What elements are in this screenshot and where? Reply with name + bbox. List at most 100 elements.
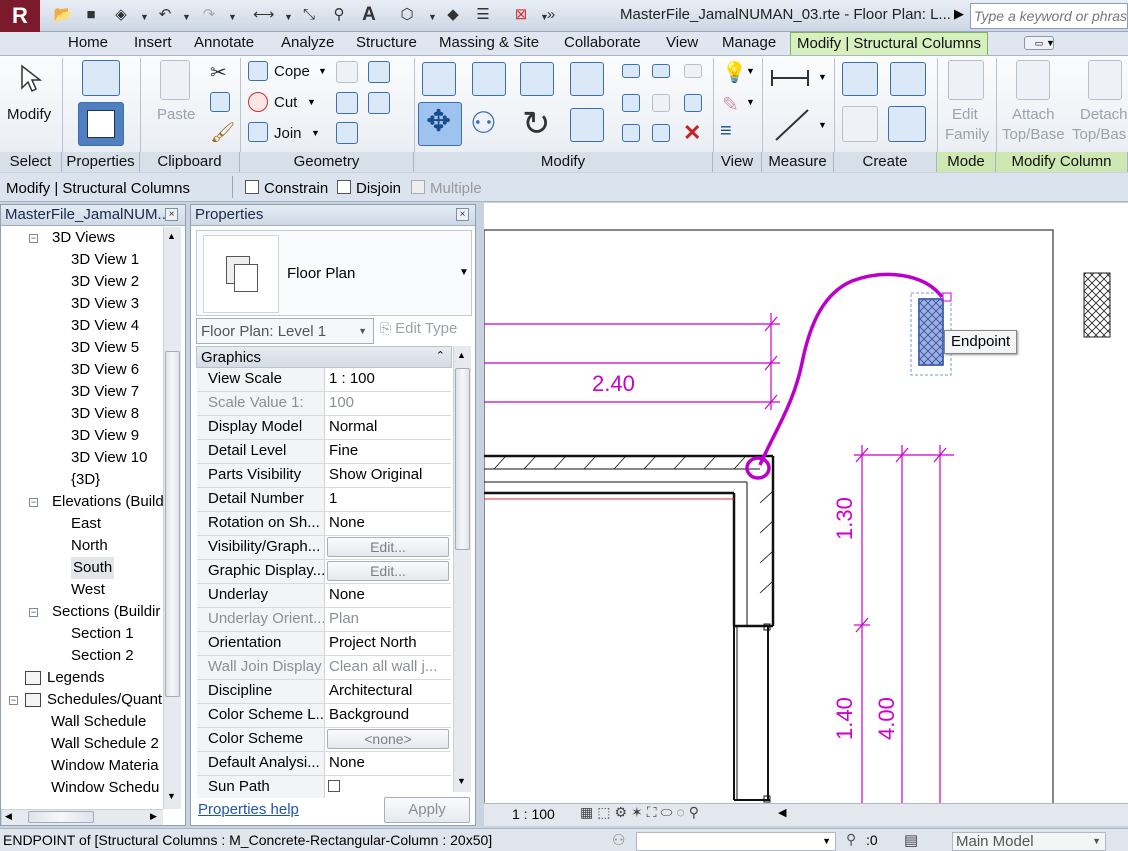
create-similar-icon[interactable] [890,62,926,96]
panel-measure[interactable]: Measure [762,152,834,172]
type-properties-icon[interactable] [82,60,120,96]
floor-plan-drawing[interactable] [483,203,1128,811]
browser-vertical-scrollbar[interactable]: ▲ ▼ [163,227,181,809]
copy-icon[interactable] [210,92,230,112]
cope-icon[interactable] [248,61,268,81]
tree-item[interactable]: Window Materia [51,755,159,777]
cope-button[interactable]: Cope [274,63,310,80]
property-value[interactable]: 1 : 100 [327,368,451,391]
tab-view[interactable]: View [666,32,698,55]
tree-item[interactable]: 3D View 4 [71,315,139,337]
property-row[interactable]: Sun Path [197,776,451,798]
type-selector[interactable]: Floor Plan ▼ [196,230,472,316]
property-row[interactable]: Default Analysi... None [197,752,451,776]
properties-close-icon[interactable]: × [456,208,469,221]
tab-insert[interactable]: Insert [134,32,172,55]
tree-item[interactable]: North [71,535,108,557]
edit-type-button[interactable]: ⎘ Edit Type [380,320,457,337]
constrain-checkbox[interactable] [245,180,259,194]
multiple-checkbox[interactable] [411,180,425,194]
mirror-draw-axis-icon[interactable] [570,62,604,96]
edit-family-label-1[interactable]: Edit [952,106,978,123]
measure-between-icon[interactable] [770,66,810,90]
create-parts-icon[interactable] [842,106,878,142]
property-value[interactable]: Fine [327,440,451,463]
rotate-icon[interactable]: ↻ [522,104,551,144]
tab-annotate[interactable]: Annotate [194,32,254,55]
type-dropdown-icon[interactable]: ▼ [459,267,469,278]
apply-button[interactable]: Apply [384,797,470,823]
mirror-pick-axis-icon[interactable] [520,62,554,96]
tree-item[interactable]: Section 1 [71,623,134,645]
property-row[interactable]: Detail Level Fine [197,440,451,464]
property-row[interactable]: Parts Visibility Show Original [197,464,451,488]
panel-select[interactable]: Select [0,152,62,172]
property-row[interactable]: Rotation on Sh... None [197,512,451,536]
redo-icon[interactable]: ↷ [198,4,220,26]
create-assembly-icon[interactable] [888,106,926,142]
measure-dropdown-icon[interactable]: ▼ [818,72,827,82]
cope-dropdown-icon[interactable]: ▼ [318,66,327,76]
browser-hscroll-thumb[interactable] [28,811,94,823]
tab-home[interactable]: Home [68,32,108,55]
hide-dropdown-icon[interactable]: ▼ [746,66,755,76]
sync-icon[interactable]: ◈ [110,4,132,26]
join-icon[interactable] [248,122,268,142]
tree-item[interactable]: 3D View 3 [71,293,139,315]
property-value[interactable]: Architectural [327,680,451,703]
unpin-icon[interactable] [684,64,702,78]
dimension-text-4-00[interactable]: 4.00 [874,697,900,740]
edit-family-label-2[interactable]: Family [945,126,989,143]
graphics-group-header[interactable]: Graphics ⌃ [196,346,452,368]
disjoin-checkbox[interactable] [337,180,351,194]
thin-lines-icon[interactable]: ☰ [472,4,494,26]
prop-scroll-down-icon[interactable]: ▼ [457,776,466,786]
tab-modify-structural-columns[interactable]: Modify | Structural Columns [790,32,988,55]
detach-label-2[interactable]: Top/Bas [1072,126,1126,143]
tab-collaborate[interactable]: Collaborate [564,32,641,55]
property-value[interactable]: Show Original [327,464,451,487]
3d-view-icon[interactable]: ⬡ [396,4,418,26]
tree-item[interactable]: West [71,579,105,601]
property-row[interactable]: Underlay None [197,584,451,608]
undo-icon[interactable]: ↶ [154,4,176,26]
attach-label-1[interactable]: Attach [1012,106,1055,123]
property-edit-button[interactable]: <none> [327,729,449,749]
property-row[interactable]: View Scale 1 : 100 [197,368,451,392]
measure-icon[interactable]: ⟷ [252,4,275,26]
property-value[interactable]: 1 [327,488,451,511]
linework-view-icon[interactable]: ≡ [720,120,732,143]
tree-item[interactable]: Window Schedu [51,777,159,799]
scroll-right-icon[interactable]: ▶ [150,811,157,822]
qat-overflow-icon[interactable]: » [540,4,562,26]
tag-icon[interactable]: ⚲ [328,4,350,26]
property-value[interactable]: Normal [327,416,451,439]
redo-dropdown-icon[interactable]: ▼ [228,12,237,22]
properties-help-link[interactable]: Properties help [198,801,299,818]
align-icon[interactable] [422,62,456,96]
sync-dropdown-icon[interactable]: ▼ [140,12,149,22]
scale-icon[interactable] [652,94,670,112]
split-gap-icon[interactable] [652,64,670,78]
copy-elements-icon[interactable]: ⚇ [470,106,497,141]
paste-icon[interactable] [160,60,190,100]
demolish-icon[interactable] [368,92,390,114]
tree-item[interactable]: 3D View 7 [71,381,139,403]
browser-close-icon[interactable]: × [165,208,178,221]
property-row[interactable]: Orientation Project North [197,632,451,656]
tree-collapse-icon[interactable]: − [29,234,38,243]
tree-item[interactable]: Section 2 [71,645,134,667]
array-icon[interactable] [622,94,640,112]
override-graphics-icon[interactable]: ✎ [722,92,739,117]
property-row[interactable]: Visibility/Graph... Edit... [197,536,451,560]
panel-modify[interactable]: Modify [414,152,713,172]
drawing-canvas[interactable] [483,203,1128,811]
offset-icon[interactable] [472,62,506,96]
property-value[interactable]: Background [327,704,451,727]
design-options-icon[interactable]: ▤ [904,831,918,849]
paste-button[interactable]: Paste [157,106,195,123]
prop-scroll-thumb[interactable] [455,368,470,550]
hide-bulb-icon[interactable]: 💡 [722,60,747,85]
tree-item[interactable]: Sections (Buildir [52,601,160,623]
cut-geometry-icon[interactable] [248,92,268,112]
